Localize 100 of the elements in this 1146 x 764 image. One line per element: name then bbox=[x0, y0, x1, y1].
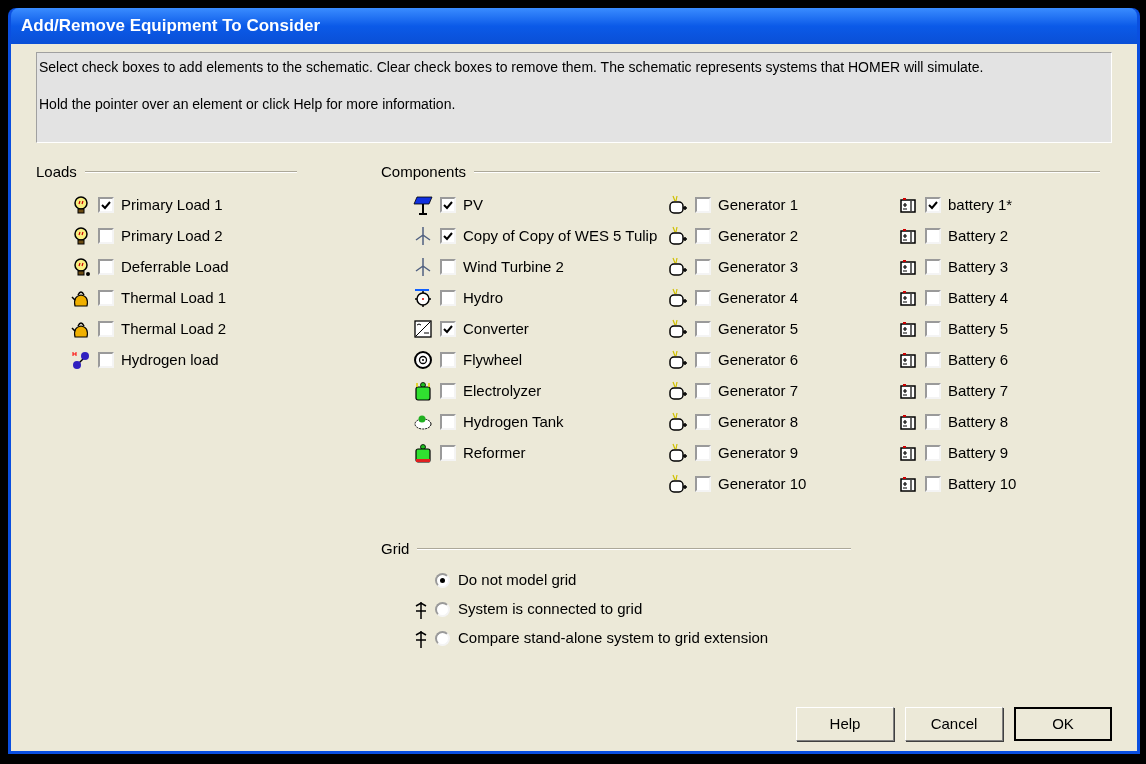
checkbox-label: Electrolyzer bbox=[463, 380, 542, 401]
check-mark-icon bbox=[443, 324, 453, 334]
window-title: Add/Remove Equipment To Consider bbox=[21, 15, 321, 38]
checkbox[interactable] bbox=[440, 259, 456, 275]
checkbox[interactable] bbox=[695, 259, 711, 275]
checkbox-label: Battery 9 bbox=[948, 442, 1009, 463]
checkbox-label: Hydrogen load bbox=[121, 349, 219, 370]
light-bulb-icon bbox=[71, 257, 91, 277]
checkbox-label: Hydro bbox=[463, 287, 503, 308]
battery-icon bbox=[898, 350, 918, 370]
generator-icon bbox=[668, 288, 688, 308]
generator-icon bbox=[668, 319, 688, 339]
checkbox[interactable] bbox=[440, 321, 456, 337]
check-mark-icon bbox=[101, 200, 111, 210]
radio-label: Do not model grid bbox=[458, 570, 577, 591]
checkbox[interactable] bbox=[440, 290, 456, 306]
dialog-button[interactable]: OK bbox=[1014, 707, 1112, 741]
checkbox[interactable] bbox=[440, 228, 456, 244]
checkbox[interactable] bbox=[925, 352, 941, 368]
checkbox[interactable] bbox=[98, 290, 114, 306]
checkbox-label: Generator 1 bbox=[718, 194, 799, 215]
checkbox-label: Battery 4 bbox=[948, 287, 1009, 308]
checkbox[interactable] bbox=[695, 290, 711, 306]
molecule-icon bbox=[71, 350, 91, 370]
checkbox[interactable] bbox=[695, 383, 711, 399]
checkbox[interactable] bbox=[440, 414, 456, 430]
checkbox[interactable] bbox=[925, 259, 941, 275]
checkbox-label: Generator 8 bbox=[718, 411, 799, 432]
checkbox[interactable] bbox=[925, 445, 941, 461]
checkbox-label: battery 1* bbox=[948, 194, 1013, 215]
check-mark-icon bbox=[443, 231, 453, 241]
checkbox[interactable] bbox=[695, 321, 711, 337]
checkbox[interactable] bbox=[695, 352, 711, 368]
checkbox[interactable] bbox=[440, 445, 456, 461]
generator-icon bbox=[668, 381, 688, 401]
checkbox[interactable] bbox=[925, 321, 941, 337]
battery-icon bbox=[898, 443, 918, 463]
checkbox-label: Battery 8 bbox=[948, 411, 1009, 432]
radio-button[interactable] bbox=[435, 602, 450, 617]
checkbox[interactable] bbox=[695, 228, 711, 244]
radio-label: Compare stand-alone system to grid extension bbox=[458, 628, 769, 649]
checkbox-label: Hydrogen Tank bbox=[463, 411, 564, 432]
dialog-button[interactable]: Help bbox=[796, 707, 894, 741]
group-heading: Components bbox=[381, 162, 467, 182]
checkbox[interactable] bbox=[440, 352, 456, 368]
checkbox-label: Generator 4 bbox=[718, 287, 799, 308]
battery-icon bbox=[898, 257, 918, 277]
generator-icon bbox=[668, 257, 688, 277]
checkbox-label: Battery 2 bbox=[948, 225, 1009, 246]
radio-label: System is connected to grid bbox=[458, 599, 643, 620]
radio-button[interactable] bbox=[435, 631, 450, 646]
checkbox[interactable] bbox=[925, 290, 941, 306]
checkbox-label: Copy of Copy of WES 5 Tulip bbox=[463, 225, 658, 246]
checkbox[interactable] bbox=[440, 383, 456, 399]
checkbox[interactable] bbox=[695, 197, 711, 213]
group-heading: Loads bbox=[36, 162, 77, 182]
checkbox-label: Battery 6 bbox=[948, 349, 1009, 370]
checkbox-label: Thermal Load 2 bbox=[121, 318, 227, 339]
generator-icon bbox=[668, 474, 688, 494]
battery-icon bbox=[898, 195, 918, 215]
checkbox[interactable] bbox=[925, 383, 941, 399]
checkbox-label: Generator 3 bbox=[718, 256, 799, 277]
radio-button[interactable] bbox=[435, 573, 450, 588]
checkbox[interactable] bbox=[98, 259, 114, 275]
generator-icon bbox=[668, 226, 688, 246]
check-mark-icon bbox=[928, 200, 938, 210]
checkbox-label: Deferrable Load bbox=[121, 256, 229, 277]
checkbox[interactable] bbox=[925, 228, 941, 244]
checkbox[interactable] bbox=[695, 445, 711, 461]
battery-icon bbox=[898, 226, 918, 246]
checkbox[interactable] bbox=[440, 197, 456, 213]
battery-icon bbox=[898, 474, 918, 494]
checkbox-label: Generator 9 bbox=[718, 442, 799, 463]
checkbox[interactable] bbox=[98, 228, 114, 244]
checkbox-label: Generator 2 bbox=[718, 225, 799, 246]
flywheel-icon bbox=[413, 350, 433, 370]
checkbox-label: Battery 5 bbox=[948, 318, 1009, 339]
checkbox[interactable] bbox=[925, 197, 941, 213]
checkbox-label: Converter bbox=[463, 318, 529, 339]
generator-icon bbox=[668, 195, 688, 215]
kettle-icon bbox=[71, 319, 91, 339]
kettle-icon bbox=[71, 288, 91, 308]
checkbox-label: Thermal Load 1 bbox=[121, 287, 227, 308]
battery-icon bbox=[898, 381, 918, 401]
dialog-button[interactable]: Cancel bbox=[905, 707, 1003, 741]
generator-icon bbox=[668, 443, 688, 463]
checkbox[interactable] bbox=[98, 321, 114, 337]
solar-panel-icon bbox=[413, 195, 433, 215]
reformer-icon bbox=[413, 443, 433, 463]
checkbox[interactable] bbox=[695, 414, 711, 430]
checkbox-label: Generator 10 bbox=[718, 473, 807, 494]
checkbox-label: Generator 5 bbox=[718, 318, 799, 339]
checkbox-label: Wind Turbine 2 bbox=[463, 256, 564, 277]
instruction-text: Select check boxes to add elements to the schematic. Clear check boxes to remove them. The schematic represents systems that HOMER will simulate. bbox=[39, 58, 985, 77]
checkbox-label: Battery 7 bbox=[948, 380, 1009, 401]
checkbox[interactable] bbox=[925, 414, 941, 430]
checkbox[interactable] bbox=[98, 197, 114, 213]
checkbox[interactable] bbox=[98, 352, 114, 368]
checkbox[interactable] bbox=[925, 476, 941, 492]
checkbox[interactable] bbox=[695, 476, 711, 492]
